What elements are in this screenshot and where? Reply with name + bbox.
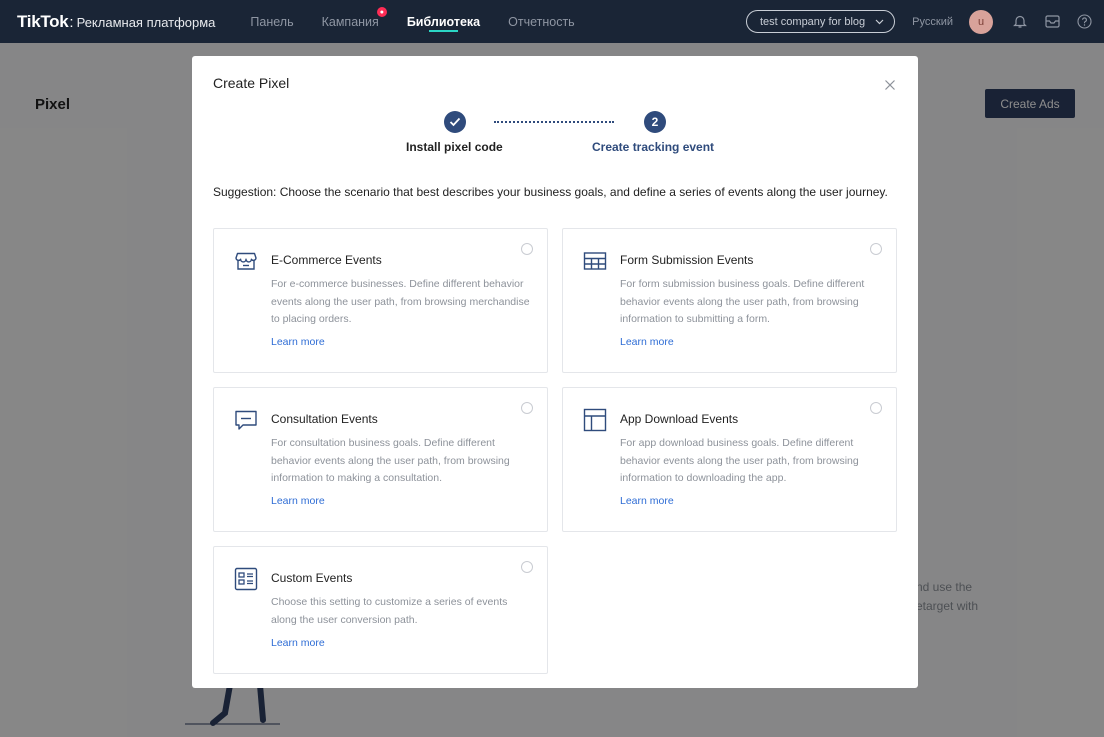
event-card-ecommerce[interactable]: E-Commerce Events For e-commerce busines… <box>213 228 548 373</box>
event-card-consultation[interactable]: Consultation Events For consultation bus… <box>213 387 548 532</box>
help-icon[interactable] <box>1076 14 1092 30</box>
nav-item-reporting[interactable]: Отчетность <box>508 0 575 43</box>
create-pixel-modal: Create Pixel 2 Install pixel code Create… <box>192 56 918 688</box>
nav-item-dashboard[interactable]: Панель <box>250 0 293 43</box>
nav-item-campaign-label: Кампания <box>321 14 379 29</box>
card-title: E-Commerce Events <box>271 253 382 267</box>
card-description: For form submission business goals. Defi… <box>620 278 865 325</box>
card-title: Consultation Events <box>271 412 378 426</box>
app-layout-icon <box>583 408 607 432</box>
card-description: For consultation business goals. Define … <box>271 437 510 484</box>
brand-separator: : <box>69 13 74 31</box>
radio-button[interactable] <box>521 243 533 255</box>
suggestion-text: Suggestion: Choose the scenario that bes… <box>213 185 888 199</box>
account-selector[interactable]: test company for blog <box>746 10 896 33</box>
notification-badge: ● <box>376 7 387 17</box>
modal-title: Create Pixel <box>213 75 290 91</box>
learn-more-link[interactable]: Learn more <box>271 495 325 507</box>
step-label-install: Install pixel code <box>406 140 503 154</box>
check-icon <box>444 111 466 133</box>
close-icon[interactable] <box>884 78 896 90</box>
mail-icon[interactable] <box>1044 14 1060 30</box>
account-name: test company for blog <box>760 15 866 28</box>
nav-item-library[interactable]: Библиотека <box>407 0 480 43</box>
brand-subtitle: Рекламная платформа <box>76 14 216 30</box>
radio-button[interactable] <box>870 243 882 255</box>
table-icon <box>583 249 607 273</box>
card-title: Custom Events <box>271 571 353 585</box>
learn-more-link[interactable]: Learn more <box>271 637 325 649</box>
event-card-form-submission[interactable]: Form Submission Events For form submissi… <box>562 228 897 373</box>
step-number: 2 <box>644 111 666 133</box>
card-description: Choose this setting to customize a serie… <box>271 596 508 626</box>
brand[interactable]: TikTok : Рекламная платформа <box>17 12 215 32</box>
card-title: App Download Events <box>620 412 739 426</box>
card-description: For app download business goals. Define … <box>620 437 859 484</box>
learn-more-link[interactable]: Learn more <box>620 336 674 348</box>
shop-icon <box>234 249 258 273</box>
radio-button[interactable] <box>870 402 882 414</box>
step-label-tracking: Create tracking event <box>592 140 715 154</box>
radio-button[interactable] <box>521 402 533 414</box>
event-card-custom[interactable]: Custom Events Choose this setting to cus… <box>213 546 548 674</box>
language-selector[interactable]: Русский <box>912 16 953 28</box>
tiktok-logo: TikTok <box>17 11 69 31</box>
top-navigation: TikTok : Рекламная платформа Панель Камп… <box>0 0 1104 43</box>
stepper: 2 Install pixel code Create tracking eve… <box>192 111 918 161</box>
nav-item-campaign[interactable]: Кампания ● <box>321 0 387 43</box>
custom-list-icon <box>234 567 258 591</box>
nav-right: test company for blog Русский u <box>746 9 1104 34</box>
learn-more-link[interactable]: Learn more <box>271 336 325 348</box>
step-connector <box>494 121 614 123</box>
avatar[interactable]: u <box>969 9 993 34</box>
chat-icon <box>234 408 258 432</box>
chevron-down-icon <box>875 17 884 27</box>
event-card-app-download[interactable]: App Download Events For app download bus… <box>562 387 897 532</box>
main-nav: Панель Кампания ● Библиотека Отчетность <box>250 0 602 43</box>
card-title: Form Submission Events <box>620 253 754 267</box>
bell-icon[interactable] <box>1012 14 1028 30</box>
learn-more-link[interactable]: Learn more <box>620 495 674 507</box>
card-description: For e-commerce businesses. Define differ… <box>271 278 530 325</box>
radio-button[interactable] <box>521 561 533 573</box>
